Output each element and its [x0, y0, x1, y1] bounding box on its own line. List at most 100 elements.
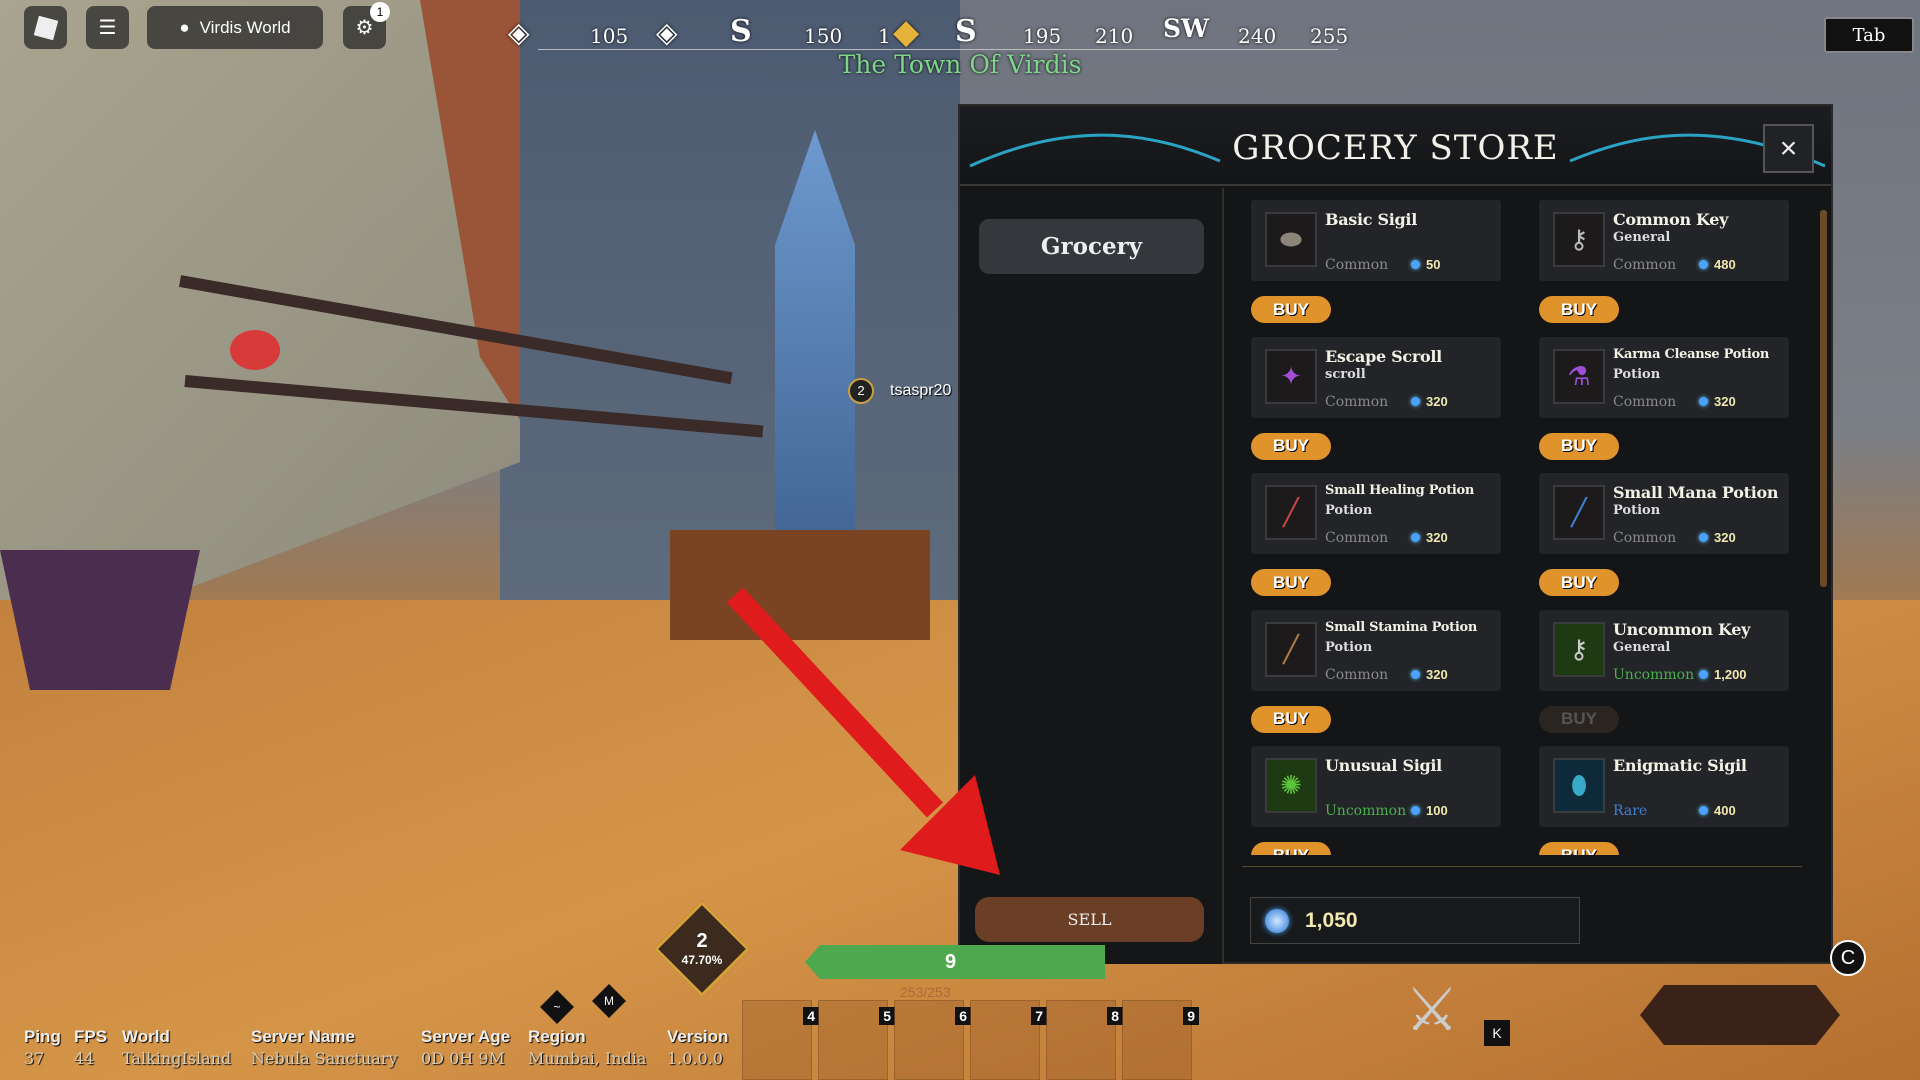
item-rarity: Uncommon	[1613, 666, 1695, 683]
buy-button[interactable]: BUY	[1251, 432, 1331, 460]
store-item-card[interactable]: ╱ Small Mana Potion Potion Common 320	[1539, 473, 1789, 554]
gem-icon	[1699, 806, 1708, 815]
stat-value: 0D 0H 9M	[421, 1049, 505, 1068]
store-item-card[interactable]: ⚷ Common Key General Common 480	[1539, 200, 1789, 281]
price-value: 320	[1426, 666, 1448, 682]
item-list[interactable]: ⬬ Basic Sigil Common 50 BUY ⚷ Common Key G…	[1242, 186, 1822, 855]
buy-button[interactable]: BUY	[1251, 842, 1331, 855]
store-title: GROCERY STORE	[1232, 128, 1559, 168]
stat-label: FPS	[74, 1027, 108, 1046]
gem-icon	[1699, 396, 1708, 406]
store-header: GROCERY STORE ×	[960, 106, 1831, 186]
crossed-swords-icon[interactable]: ⚔	[1405, 975, 1459, 1045]
item-rarity: Common	[1325, 393, 1389, 410]
hotkey-k: K	[1484, 1020, 1510, 1046]
item-category: General	[1613, 230, 1671, 245]
hotbar-slot[interactable]: 4	[742, 1000, 819, 1080]
stat-server-age: Server Age 0D 0H 9M	[421, 1027, 510, 1068]
red-arrow-annotation	[726, 587, 1000, 875]
hotkey-c[interactable]: C	[1830, 940, 1866, 976]
hotbar-slot[interactable]: 7	[970, 1000, 1047, 1080]
hotbar-slot[interactable]: 9	[1122, 1000, 1199, 1080]
item-rarity: Uncommon	[1325, 803, 1407, 819]
stat-world: World TalkingIsland	[122, 1027, 231, 1068]
price-value: 320	[1714, 393, 1736, 409]
world-label: Virdis World	[199, 17, 291, 37]
skill-bar[interactable]	[1640, 985, 1840, 1045]
item-name: Basic Sigil	[1325, 210, 1417, 229]
item-price: 400	[1699, 803, 1736, 818]
chat-button[interactable]: ☰	[86, 6, 129, 49]
item-name: Karma Cleanse Potion	[1613, 346, 1769, 362]
chat-icon: ☰	[98, 17, 117, 39]
compass-mark: 150	[804, 24, 843, 48]
stat-value: 44	[74, 1049, 95, 1068]
item-thumbnail-icon: ⬮	[1553, 758, 1605, 813]
store-item-card[interactable]: ✺ Unusual Sigil Uncommon 100	[1251, 746, 1501, 827]
gem-icon	[1411, 533, 1420, 542]
item-price: 1,200	[1699, 667, 1747, 682]
compass-mark: 1	[878, 24, 891, 48]
stat-label: Ping	[24, 1027, 61, 1046]
item-category: Potion	[1325, 639, 1373, 655]
buy-button[interactable]: BUY	[1251, 296, 1331, 323]
scrollbar[interactable]	[1820, 210, 1827, 587]
hotbar-slot[interactable]: 8	[1046, 1000, 1123, 1080]
hotbar-slot[interactable]: 5	[818, 1000, 895, 1080]
item-category: scroll	[1325, 366, 1366, 382]
quest-marker-icon: ◆	[893, 12, 920, 52]
item-category: Potion	[1325, 503, 1373, 518]
store-item-card[interactable]: ⚷ Uncommon Key General Uncommon 1,200	[1539, 609, 1789, 691]
buy-button[interactable]: BUY	[1251, 705, 1331, 733]
divider	[1242, 866, 1802, 867]
stone-wall	[500, 0, 960, 610]
stat-label: Version	[667, 1027, 729, 1046]
xp-percent: 47.70%	[681, 953, 723, 967]
player-name[interactable]: tsaspr20	[890, 382, 951, 400]
store-item-card[interactable]: ╱ Small Healing Potion Potion Common 320	[1251, 473, 1501, 554]
buy-button[interactable]: BUY	[1251, 569, 1331, 596]
price-value: 320	[1426, 393, 1448, 409]
compass-mark: 255	[1310, 24, 1349, 48]
item-rarity: Common	[1325, 257, 1389, 273]
compass-mark: 195	[1023, 24, 1062, 48]
store-item-card[interactable]: ⬬ Basic Sigil Common 50	[1251, 200, 1501, 281]
store-item-card[interactable]: ⬮ Enigmatic Sigil Rare 400	[1539, 746, 1789, 827]
buy-button[interactable]: BUY	[1539, 705, 1619, 733]
item-rarity: Common	[1325, 530, 1389, 546]
item-thumbnail-icon: ╱	[1265, 621, 1317, 677]
item-name: Enigmatic Sigil	[1613, 756, 1747, 775]
sell-button[interactable]: SELL	[975, 897, 1204, 942]
stat-label: World	[122, 1027, 170, 1046]
hotbar-key: 4	[803, 1007, 819, 1025]
buy-button[interactable]: BUY	[1539, 296, 1619, 323]
store-item-card[interactable]: ✦ Escape Scroll scroll Common 320	[1251, 336, 1501, 418]
close-icon: ×	[1779, 131, 1798, 165]
grocery-store-panel: GROCERY STORE × Grocery SELL ⬬ Basic Sig…	[958, 104, 1833, 964]
item-rarity: Common	[1325, 666, 1389, 683]
item-thumbnail-icon: ⬬	[1265, 212, 1317, 267]
item-price: 320	[1411, 394, 1448, 409]
item-price: 320	[1411, 667, 1448, 682]
item-rarity: Common	[1613, 393, 1677, 410]
item-name: Common Key	[1613, 210, 1729, 229]
store-item-card[interactable]: ╱ Small Stamina Potion Potion Common 320	[1251, 609, 1501, 691]
store-item-card[interactable]: ⚗ Karma Cleanse Potion Potion Common 320	[1539, 336, 1789, 418]
item-price: 480	[1699, 257, 1736, 272]
gem-icon	[1699, 260, 1708, 269]
item-thumbnail-icon: ╱	[1553, 485, 1605, 540]
item-thumbnail-icon: ⚗	[1553, 348, 1605, 404]
roblox-menu-button[interactable]	[24, 6, 67, 49]
stat-ping: Ping 37	[24, 1027, 61, 1068]
item-name: Uncommon Key	[1613, 619, 1751, 639]
buy-button[interactable]: BUY	[1539, 842, 1619, 855]
close-button[interactable]: ×	[1763, 124, 1814, 173]
category-tab-grocery[interactable]: Grocery	[979, 219, 1204, 274]
buy-button[interactable]: BUY	[1539, 569, 1619, 596]
buy-button[interactable]: BUY	[1539, 432, 1619, 460]
tab-button[interactable]: Tab	[1824, 17, 1914, 53]
hotbar-slot[interactable]: 6	[894, 1000, 971, 1080]
world-button[interactable]: ● Virdis World	[147, 6, 323, 49]
stat-value: 1.0.0.0	[667, 1049, 723, 1068]
notification-badge: 1	[370, 2, 390, 22]
